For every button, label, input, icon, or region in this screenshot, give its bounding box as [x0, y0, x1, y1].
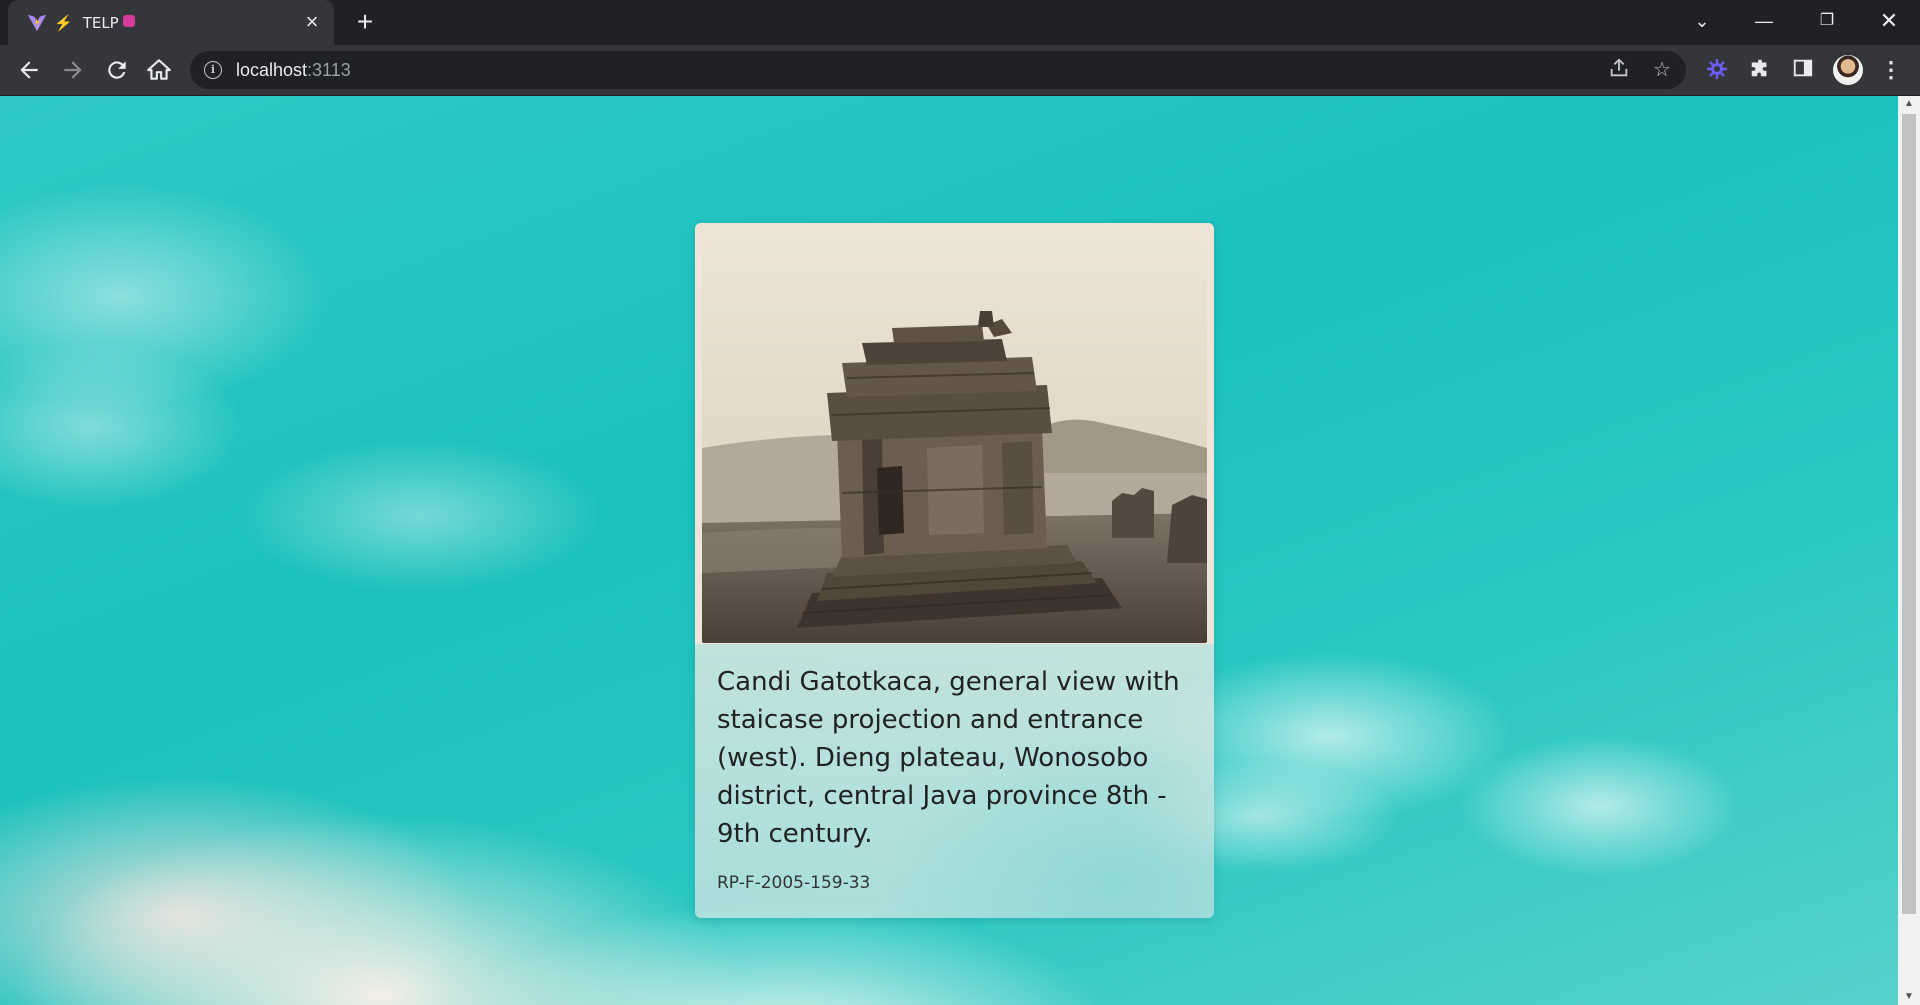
side-panel-icon[interactable]: [1790, 57, 1816, 83]
browser-toolbar: i localhost:3113 ☆ ⋮: [0, 45, 1920, 95]
scroll-down-arrow-icon[interactable]: ▼: [1898, 989, 1920, 1005]
artwork-card[interactable]: Candi Gatotkaca, general view with staic…: [695, 223, 1214, 918]
record-badge-icon: [122, 14, 135, 27]
arrow-left-icon: [20, 61, 38, 79]
reload-button[interactable]: [104, 57, 130, 83]
share-icon[interactable]: [1606, 57, 1632, 83]
extensions-puzzle-icon[interactable]: [1747, 57, 1773, 83]
page-background-sky: Candi Gatotkaca, general view with staic…: [0, 96, 1898, 1005]
browser-window: ⚡ TELP × + ⌄ — ❐ ✕ i localhost:3113 ☆ ⋮ …: [0, 0, 1920, 1005]
address-bar[interactable]: i localhost:3113 ☆: [190, 51, 1686, 89]
bookmark-star-icon[interactable]: ☆: [1649, 57, 1675, 83]
scroll-up-arrow-icon[interactable]: ▲: [1898, 96, 1920, 112]
artwork-caption: Candi Gatotkaca, general view with staic…: [717, 667, 1180, 849]
vite-favicon-icon: [27, 14, 47, 31]
photo-frame: [695, 223, 1214, 644]
home-icon: [147, 59, 171, 80]
scrollbar-thumb[interactable]: [1902, 114, 1916, 914]
tab-search-chevron-icon[interactable]: ⌄: [1682, 6, 1722, 36]
tab-telp[interactable]: ⚡ TELP ×: [8, 0, 334, 45]
close-tab-icon[interactable]: ×: [302, 11, 322, 33]
back-button[interactable]: [16, 57, 42, 83]
arrow-right-icon: [64, 61, 82, 79]
home-button[interactable]: [146, 57, 172, 83]
reload-icon: [108, 61, 126, 79]
object-id: RP-F-2005-159-33: [717, 873, 871, 893]
tab-title: TELP: [82, 13, 119, 32]
temple-photo-drawing: [702, 233, 1207, 643]
url-text[interactable]: localhost:3113: [236, 60, 351, 81]
vertical-scrollbar[interactable]: ▲ ▼: [1898, 96, 1920, 1005]
new-tab-button[interactable]: +: [352, 8, 378, 36]
bolt-icon: ⚡: [54, 14, 73, 32]
info-icon[interactable]: i: [204, 61, 222, 79]
extension-gear-icon[interactable]: [1704, 57, 1730, 83]
url-port: :3113: [307, 60, 351, 80]
kebab-menu-icon[interactable]: ⋮: [1878, 57, 1904, 83]
restore-button[interactable]: ❐: [1807, 6, 1847, 36]
url-host: localhost: [236, 60, 308, 80]
forward-button[interactable]: [60, 57, 86, 83]
minimize-button[interactable]: —: [1744, 6, 1784, 36]
close-window-button[interactable]: ✕: [1869, 6, 1909, 36]
temple-photo: [702, 233, 1207, 643]
profile-avatar[interactable]: [1833, 55, 1863, 85]
tab-strip: ⚡ TELP × + ⌄ — ❐ ✕: [0, 0, 1920, 45]
